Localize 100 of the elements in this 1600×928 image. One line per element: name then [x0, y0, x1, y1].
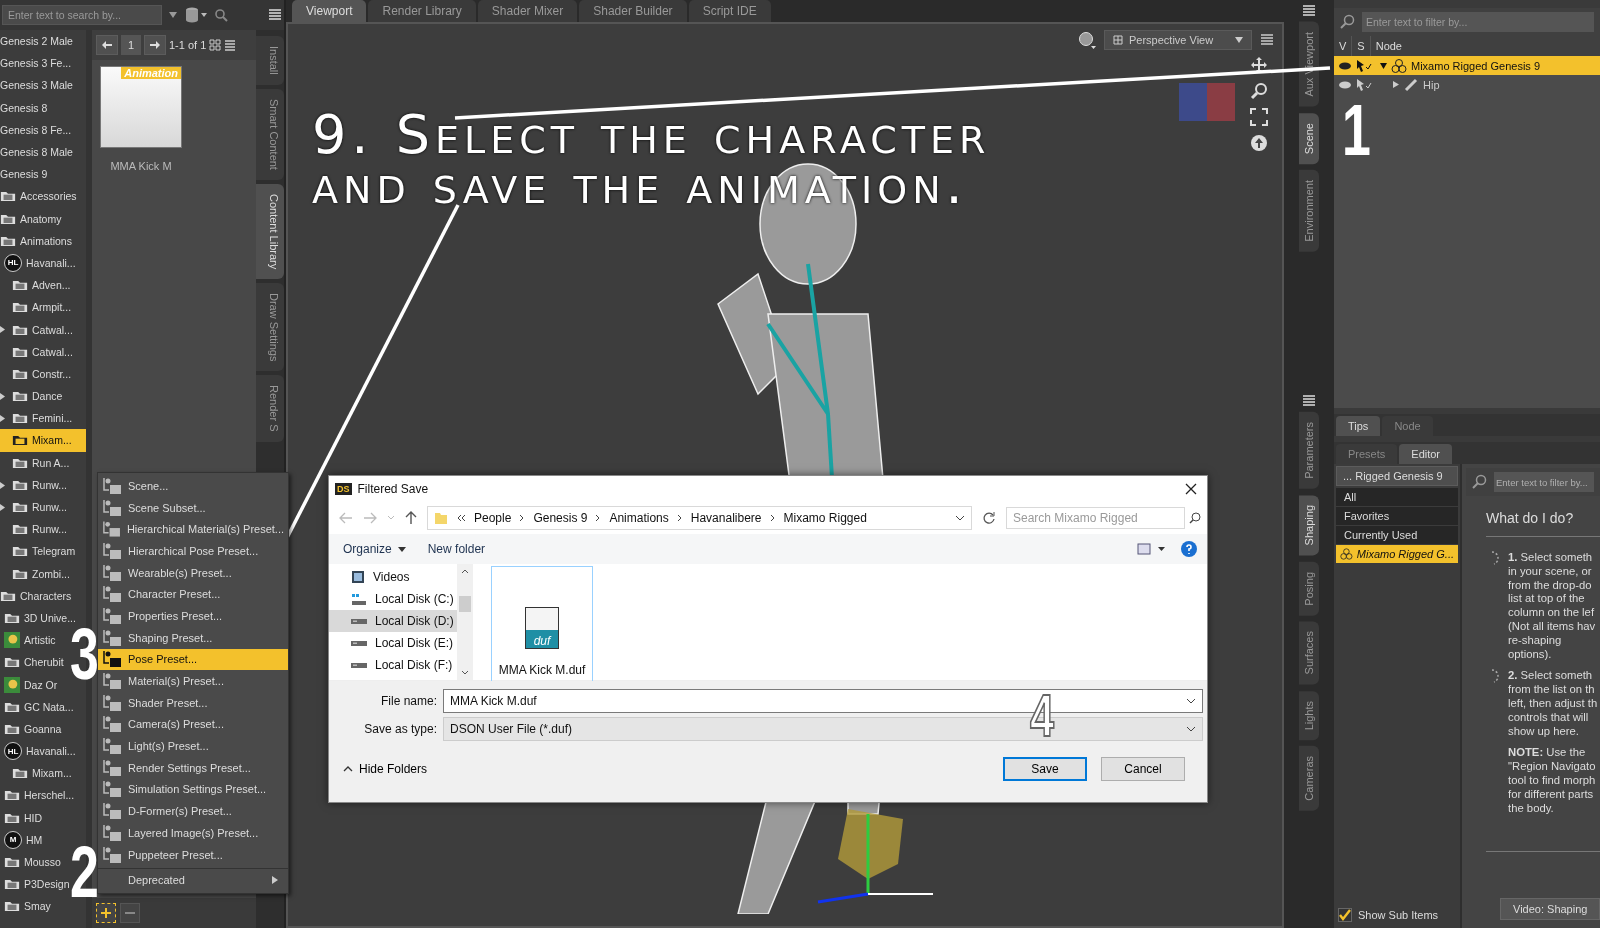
- breadcrumb-item[interactable]: Mixamo Rigged: [783, 511, 867, 525]
- expand-arrow-icon[interactable]: [0, 503, 5, 511]
- side-tab[interactable]: Lights: [1299, 690, 1319, 740]
- filter-field[interactable]: Enter text to filter by...: [1494, 472, 1594, 492]
- next-page-button[interactable]: [144, 35, 166, 55]
- remove-button[interactable]: [120, 903, 140, 923]
- panel-tab[interactable]: Tips: [1336, 416, 1381, 436]
- menu-item[interactable]: Scene...: [98, 475, 288, 497]
- tree-item[interactable]: Catwal...: [0, 318, 86, 341]
- breadcrumb-item[interactable]: People: [474, 511, 512, 525]
- up-arrow-icon[interactable]: [405, 511, 417, 525]
- category-item[interactable]: All: [1336, 488, 1458, 506]
- tree-item[interactable]: Zombi...: [0, 562, 86, 585]
- checkbox[interactable]: [1338, 908, 1352, 922]
- cursor-icon[interactable]: [1356, 78, 1372, 91]
- save-button[interactable]: Save: [1003, 757, 1087, 781]
- menu-icon[interactable]: [1302, 394, 1316, 409]
- filter-field[interactable]: Enter text to filter by...: [1362, 12, 1594, 32]
- menu-item[interactable]: Hierarchical Pose Preset...: [98, 540, 288, 562]
- tree-item[interactable]: Genesis 3 Male: [0, 74, 86, 97]
- tree-item[interactable]: Genesis 8 Fe...: [0, 118, 86, 141]
- tree-item[interactable]: Characters: [0, 584, 86, 607]
- menu-icon[interactable]: [268, 8, 282, 22]
- menu-item[interactable]: Simulation Settings Preset...: [98, 778, 288, 801]
- address-bar[interactable]: People Genesis 9 Animations Havanalibere Mixamo Rigged: [427, 506, 972, 530]
- expand-arrow-icon[interactable]: [1380, 62, 1387, 69]
- eye-icon[interactable]: [1338, 79, 1352, 90]
- tree-item[interactable]: Anatomy: [0, 207, 86, 230]
- category-item[interactable]: Mixamo Rigged G...: [1336, 545, 1458, 563]
- scroll-down-icon[interactable]: [461, 670, 469, 676]
- viewport-tab[interactable]: Script IDE: [688, 0, 771, 22]
- close-icon[interactable]: [1185, 483, 1197, 495]
- side-tab[interactable]: Shaping: [1299, 495, 1319, 556]
- tree-item[interactable]: Herschel...: [0, 784, 86, 807]
- tree-item[interactable]: Runw...: [0, 495, 86, 519]
- tree-item[interactable]: Adven...: [0, 274, 86, 297]
- menu-item[interactable]: Shader Preset...: [98, 691, 288, 714]
- cursor-icon[interactable]: [1356, 59, 1372, 72]
- side-tab[interactable]: Scene: [1299, 112, 1319, 164]
- menu-item[interactable]: Scene Subset...: [98, 496, 288, 519]
- category-item[interactable]: Currently Used: [1336, 526, 1458, 544]
- side-tab[interactable]: Cameras: [1299, 746, 1319, 811]
- menu-item[interactable]: Properties Preset...: [98, 605, 288, 627]
- eye-icon[interactable]: [1338, 60, 1352, 71]
- organize-button[interactable]: Organize: [339, 540, 410, 558]
- new-folder-button[interactable]: New folder: [423, 540, 490, 558]
- scene-node-row[interactable]: Mixamo Rigged Genesis 9: [1334, 56, 1600, 75]
- frame-icon[interactable]: [1250, 108, 1268, 126]
- side-tab[interactable]: Parameters: [1299, 412, 1319, 490]
- menu-icon[interactable]: [1260, 34, 1274, 46]
- side-tab[interactable]: Aux Viewport: [1299, 22, 1319, 107]
- side-tab[interactable]: Surfaces: [1299, 621, 1319, 685]
- search-field[interactable]: Enter text to search by...: [2, 5, 162, 25]
- orbit-icon[interactable]: [1250, 134, 1268, 152]
- tree-item[interactable]: Genesis 8 Male: [0, 140, 86, 164]
- zoom-icon[interactable]: [1250, 82, 1268, 100]
- add-button[interactable]: [96, 903, 116, 923]
- tree-item[interactable]: Runw...: [0, 518, 86, 541]
- video-button[interactable]: Video: Shaping: [1500, 898, 1600, 920]
- tree-item[interactable]: Genesis 3 Fe...: [0, 52, 86, 75]
- tree-item[interactable]: Runw...: [0, 473, 86, 496]
- side-tab[interactable]: Posing: [1299, 561, 1319, 616]
- scene-node-row[interactable]: Hip: [1334, 75, 1600, 94]
- tree-item[interactable]: Animations: [0, 229, 86, 252]
- refresh-icon[interactable]: [982, 511, 996, 525]
- menu-item[interactable]: Character Preset...: [98, 583, 288, 606]
- side-tab[interactable]: Environment: [1299, 169, 1319, 252]
- menu-item[interactable]: Hierarchical Material(s) Preset...: [98, 518, 288, 541]
- side-tab[interactable]: Draw Settings: [256, 282, 284, 372]
- scroll-up-icon[interactable]: [461, 568, 469, 574]
- expand-arrow-icon[interactable]: [0, 393, 5, 400]
- tree-item[interactable]: Genesis 2 Male: [0, 30, 86, 53]
- menu-item[interactable]: Puppeteer Preset...: [98, 843, 288, 866]
- tree-item[interactable]: Catwal...: [0, 340, 86, 363]
- search-icon[interactable]: [1189, 512, 1201, 524]
- tree-item[interactable]: Genesis 9: [0, 163, 86, 186]
- viewport-tab[interactable]: Viewport: [292, 0, 367, 22]
- figure-dropdown[interactable]: ... Rigged Genesis 9: [1336, 466, 1458, 486]
- checkbox-label[interactable]: Show Sub Items: [1358, 909, 1439, 921]
- tree-item[interactable]: Armpit...: [0, 296, 86, 319]
- panel-tab[interactable]: Editor: [1399, 444, 1453, 464]
- view-options-icon[interactable]: [1137, 543, 1167, 555]
- breadcrumb-item[interactable]: Havanalibere: [690, 511, 762, 525]
- menu-item[interactable]: Shaping Preset...: [98, 626, 288, 649]
- viewport-tab[interactable]: Shader Mixer: [477, 0, 578, 22]
- previous-page-button[interactable]: [96, 35, 118, 55]
- tree-item[interactable]: Goanna: [0, 717, 86, 740]
- help-icon[interactable]: [1181, 541, 1197, 557]
- menu-item[interactable]: D-Former(s) Preset...: [98, 800, 288, 822]
- tree-item[interactable]: HID: [0, 806, 86, 829]
- globe-icon[interactable]: [1078, 31, 1096, 49]
- cancel-button[interactable]: Cancel: [1101, 757, 1185, 781]
- viewport-tab[interactable]: Shader Builder: [579, 0, 687, 22]
- tree-item[interactable]: HL Havanali...: [0, 251, 86, 275]
- nav-item[interactable]: Local Disk (E:): [329, 632, 457, 654]
- tree-item[interactable]: Run A...: [0, 451, 86, 474]
- menu-icon[interactable]: [1302, 4, 1316, 18]
- tree-item[interactable]: HL Havanali...: [0, 740, 86, 763]
- column-header[interactable]: Node: [1370, 36, 1600, 56]
- page-field[interactable]: 1: [121, 35, 141, 55]
